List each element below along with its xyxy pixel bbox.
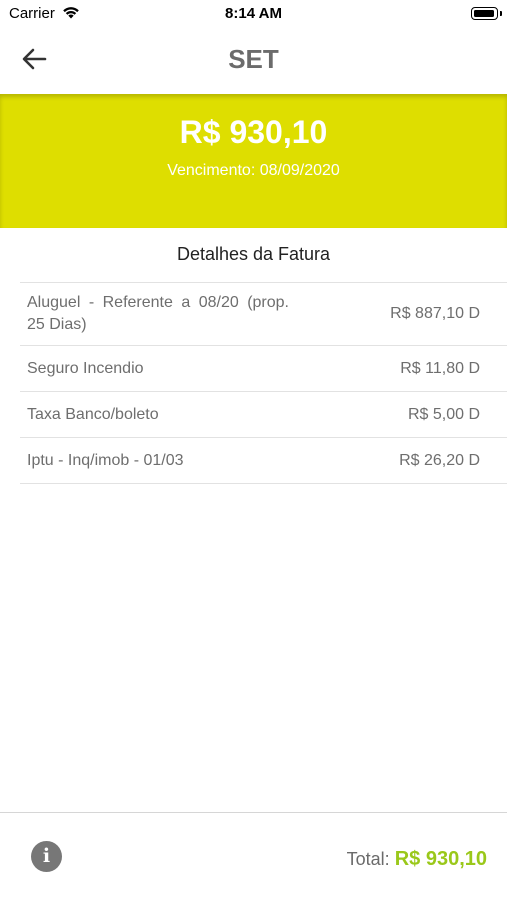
total: Total: R$ 930,10 — [347, 848, 487, 871]
item-description: Seguro Incendio — [27, 359, 144, 377]
total-label: Total: — [346, 849, 390, 869]
clock: 8:14 AM — [225, 5, 282, 22]
footer-bar: i Total: R$ 930,10 — [0, 812, 507, 900]
item-description: Aluguel - Referente a 08/20 (prop. 25 Di… — [27, 294, 289, 333]
status-bar: Carrier 8:14 AM — [0, 0, 507, 28]
due-date: Vencimento: 08/09/2020 — [167, 162, 340, 179]
list-item: Seguro Incendio R$ 11,80 D — [20, 346, 507, 392]
list-item: Aluguel - Referente a 08/20 (prop. 25 Di… — [20, 283, 507, 346]
list-item: Iptu - Inq/imob - 01/03 R$ 26,20 D — [20, 438, 507, 484]
item-description: Iptu - Inq/imob - 01/03 — [27, 451, 184, 469]
info-button[interactable]: i — [31, 841, 62, 872]
page-title: SET — [228, 44, 279, 74]
item-value: R$ 26,20 D — [399, 451, 480, 469]
details-title: Detalhes da Fatura — [176, 244, 331, 264]
info-icon: i — [42, 845, 51, 867]
item-value: R$ 11,80 D — [400, 359, 480, 377]
item-value: R$ 887,10 D — [390, 305, 480, 322]
item-value: R$ 5,00 D — [407, 405, 480, 423]
list-item: Taxa Banco/boleto R$ 5,00 D — [20, 392, 507, 438]
total-amount: R$ 930,10 — [394, 848, 487, 870]
navigation-bar: SET — [0, 28, 507, 94]
item-description: Taxa Banco/boleto — [27, 405, 159, 423]
amount-banner: R$ 930,10 Vencimento: 08/09/2020 — [0, 94, 507, 228]
battery-icon — [471, 7, 502, 20]
invoice-items-list: Aluguel - Referente a 08/20 (prop. 25 Di… — [20, 282, 507, 484]
invoice-amount: R$ 930,10 — [179, 114, 328, 150]
